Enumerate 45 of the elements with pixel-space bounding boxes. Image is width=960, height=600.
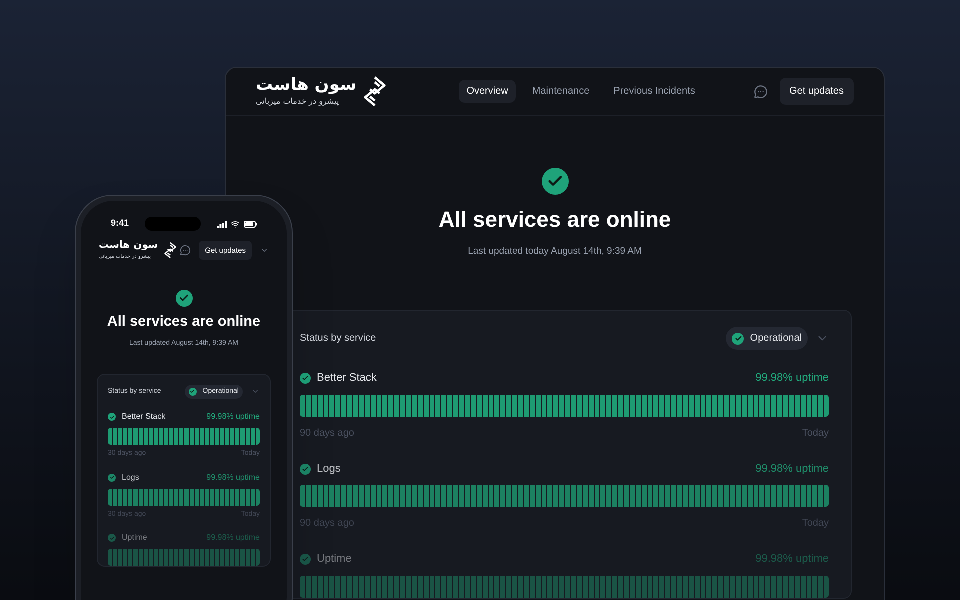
- uptime-percent: 99.98% uptime: [206, 532, 260, 544]
- check-icon: [176, 290, 192, 308]
- uptime-percent: 99.98% uptime: [756, 552, 829, 568]
- brand-name: سون هاست: [256, 77, 357, 94]
- nav-tab[interactable]: Previous Incidents: [606, 80, 704, 103]
- card-title: Status by service: [300, 332, 376, 346]
- dynamic-island: [145, 217, 201, 231]
- battery-icon: [244, 220, 257, 228]
- uptime-percent: 99.98% uptime: [206, 411, 260, 423]
- uptime-percent: 99.98% uptime: [756, 462, 829, 477]
- check-icon: [300, 554, 311, 565]
- check-icon: [542, 168, 568, 195]
- get-updates-button[interactable]: Get updates: [780, 78, 854, 105]
- signal-icon: [216, 220, 227, 228]
- check-icon: [732, 332, 744, 345]
- logo-icon: [164, 242, 178, 260]
- operational-badge: Operational: [726, 327, 808, 350]
- brand-tagline: پیشرو در خدمات میزبانی: [256, 98, 340, 106]
- uptime-percent: 99.98% uptime: [756, 371, 829, 386]
- range-end-label: Today: [802, 426, 829, 441]
- range-start-label: 90 days ago: [300, 426, 354, 441]
- service-name: Logs: [122, 472, 140, 484]
- check-icon: [108, 413, 116, 421]
- check-icon: [188, 388, 197, 396]
- uptime-percent: 99.98% uptime: [206, 472, 260, 484]
- chat-icon[interactable]: [754, 84, 768, 98]
- service-name: Better Stack: [122, 411, 166, 423]
- check-icon: [108, 474, 116, 482]
- nav-tab[interactable]: Overview: [458, 80, 516, 103]
- check-icon: [300, 464, 311, 474]
- nav-tab[interactable]: Maintenance: [524, 80, 598, 103]
- status-time: 9:41: [111, 217, 130, 230]
- logo-icon: [362, 76, 387, 108]
- check-icon: [108, 534, 116, 542]
- service-name: Uptime: [317, 552, 352, 568]
- service-name: Uptime: [122, 532, 148, 544]
- wifi-icon: [230, 220, 240, 228]
- chat-icon[interactable]: [180, 245, 192, 256]
- hero-title: All services are online: [438, 206, 672, 234]
- hero-subtitle: Last updated today August 14th, 9:39 AM: [468, 245, 642, 259]
- brand-name: سون هاست: [99, 241, 158, 252]
- service-name: Better Stack: [317, 371, 377, 386]
- hero-title: All services are online: [107, 313, 261, 332]
- check-icon: [300, 373, 311, 384]
- service-name: Logs: [317, 462, 341, 477]
